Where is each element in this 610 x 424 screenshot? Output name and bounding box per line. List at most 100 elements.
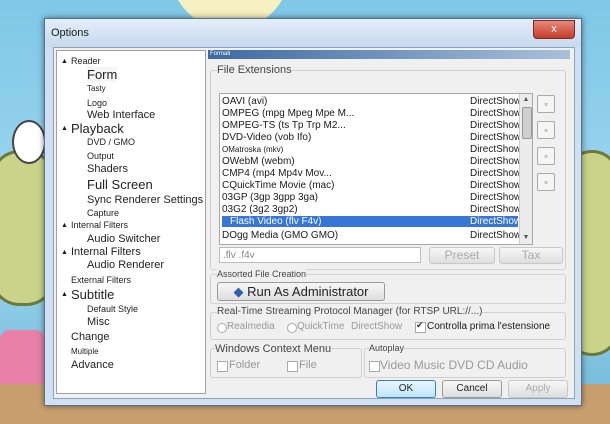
list-item[interactable]: 03G2 (3g2 3gp2) DirectShow <box>222 204 522 215</box>
list-item-name: OAVI (avi) <box>222 96 268 107</box>
list-item[interactable]: DVD-Video (vob Ifo) DirectShow <box>222 132 522 143</box>
list-item-value: DirectShow <box>470 216 522 227</box>
tree-item-change[interactable]: Change <box>71 331 110 343</box>
scroll-thumb[interactable] <box>522 107 532 139</box>
tree-item-misc[interactable]: Misc <box>87 316 110 328</box>
rtsp-label: Real-Time Streaming Protocol Manager (fo… <box>217 306 483 317</box>
tree-item-audio-switcher[interactable]: Audio Switcher <box>87 233 160 245</box>
list-item[interactable]: CMP4 (mp4 Mp4v Mov... DirectShow <box>222 168 521 179</box>
folder-label: Folder <box>229 359 261 371</box>
options-tree[interactable]: ▲ Reader Form Tasty Logo Web Interface ▲… <box>56 50 206 394</box>
list-item-value: DirectShow <box>470 204 522 215</box>
tree-item-external-filters[interactable]: External Filters <box>71 275 131 285</box>
list-item-name: OMPEG (mpg Mpeg Mpe M... <box>222 108 355 119</box>
list-item-value: DirectShow <box>470 132 522 143</box>
tax-button[interactable]: Tax <box>499 247 563 264</box>
tree-item-shaders[interactable]: Shaders <box>87 163 128 175</box>
list-item-value: DirectShow <box>470 192 522 203</box>
file-extensions-group: File Extensions OAVI (avi) DirectShow OMP… <box>210 64 566 270</box>
tree-item-internal-filters-2[interactable]: Internal Filters <box>71 246 141 258</box>
list-item[interactable]: OMatroska (mkv) DirectShow <box>222 144 522 155</box>
list-item-value: DirectShow <box>470 156 522 167</box>
list-item-name: 03G2 (3g2 3gp2) <box>222 204 298 215</box>
extensions-list[interactable]: OAVI (avi) DirectShow OMPEG (mpg Mpeg Mpe… <box>219 93 533 245</box>
autoplay-label: Autoplay <box>369 343 405 353</box>
folder-checkbox[interactable] <box>217 361 228 372</box>
file-checkbox[interactable] <box>287 361 298 372</box>
settings-pane: Formati File Extensions OAVI (avi) Direct… <box>208 50 570 398</box>
tree-item-output[interactable]: Output <box>87 151 114 161</box>
list-item-name: 03GP (3gp 3gpp 3ga) <box>222 192 319 203</box>
list-item-name: DOgg Media (GMO GMO) <box>222 230 339 241</box>
list-item-value: DirectShow <box>470 180 522 191</box>
list-item-name: CMP4 (mp4 Mp4v Mov... <box>222 168 332 179</box>
tree-item-reader[interactable]: Reader <box>71 56 101 66</box>
dialog-titlebar[interactable]: Options x <box>45 19 581 47</box>
tree-item-sync-renderer[interactable]: Sync Renderer Settings <box>87 194 203 206</box>
tree-item-subtitle[interactable]: Subtitle <box>71 287 114 302</box>
list-item[interactable]: 03GP (3gp 3gpp 3ga) DirectShow <box>222 192 522 203</box>
list-action-icon[interactable]: ▫ <box>537 147 555 165</box>
context-menu-label: Windows Context Menu <box>215 343 332 355</box>
realmedia-radio[interactable] <box>217 323 227 333</box>
tree-item-advance[interactable]: Advance <box>71 359 114 371</box>
list-item[interactable]: DOgg Media (GMO GMO) DirectShow <box>222 230 522 241</box>
context-menu-group: Windows Context Menu Folder File <box>210 343 362 378</box>
list-item[interactable]: CQuickTime Movie (mac) DirectShow <box>222 180 522 191</box>
tree-item-multiple[interactable]: Multiple <box>71 347 99 356</box>
rtsp-group: Real-Time Streaming Protocol Manager (fo… <box>210 306 566 340</box>
tree-item-playback[interactable]: Playback <box>71 121 124 136</box>
dialog-title: Options <box>51 27 89 39</box>
ok-button[interactable]: OK <box>376 380 436 398</box>
collapse-icon[interactable]: ▲ <box>61 125 68 132</box>
close-icon: x <box>551 23 557 35</box>
directshow-label: DirectShow <box>351 321 403 332</box>
tree-item-audio-renderer[interactable]: Audio Renderer <box>87 259 164 271</box>
apply-button[interactable]: Apply <box>508 380 568 398</box>
list-item[interactable]: OMPEG (mpg Mpeg Mpe M... DirectShow <box>222 108 522 119</box>
list-item-selected[interactable]: Flash Video (flv F4v) DirectShow <box>222 216 522 227</box>
tree-item-logo[interactable]: Logo <box>87 98 107 108</box>
collapse-icon[interactable]: ▲ <box>61 291 68 298</box>
run-as-admin-button[interactable]: ◆ Run As Administrator <box>217 282 385 301</box>
file-creation-group: Assorted File Creation ◆ Run As Administ… <box>210 269 566 304</box>
collapse-icon[interactable]: ▲ <box>61 249 68 256</box>
list-scrollbar[interactable]: ▲ ▼ <box>519 94 532 244</box>
cancel-button[interactable]: Cancel <box>442 380 502 398</box>
scroll-down-icon[interactable]: ▼ <box>520 232 532 244</box>
tree-item-web-interface[interactable]: Web Interface <box>87 109 155 121</box>
close-button[interactable]: x <box>533 20 575 39</box>
preset-button[interactable]: Preset <box>429 247 495 264</box>
tree-item-default-style[interactable]: Default Style <box>87 304 138 314</box>
tree-item-internal-filters[interactable]: Internal Filters <box>71 220 128 230</box>
list-action-icon[interactable]: ▫ <box>537 173 555 191</box>
quicktime-radio[interactable] <box>287 323 297 333</box>
autoplay-checkbox[interactable] <box>369 361 380 372</box>
file-extensions-label: File Extensions <box>217 64 292 76</box>
tree-item-tasty[interactable]: Tasty <box>87 84 106 93</box>
list-item[interactable]: OAVI (avi) DirectShow <box>222 96 521 107</box>
list-item-name: DVD-Video (vob Ifo) <box>222 132 312 143</box>
collapse-icon[interactable]: ▲ <box>61 58 68 65</box>
tree-item-form[interactable]: Form <box>87 67 118 82</box>
options-dialog: Options x ▲ Reader Form Tasty Logo Web I… <box>44 18 582 406</box>
extension-input[interactable]: .flv .f4v <box>219 247 421 263</box>
list-item-value: DirectShow <box>470 144 522 155</box>
list-action-icon[interactable]: ▫ <box>537 121 555 139</box>
list-item-value: DirectShow <box>470 230 522 241</box>
list-item[interactable]: OMPEG-TS (ts Tp Trp M2... DirectShow <box>222 120 521 131</box>
list-item[interactable]: OWebM (webm) DirectShow <box>222 156 522 167</box>
check-extension-checkbox[interactable] <box>415 320 426 333</box>
list-item-name: OWebM (webm) <box>222 156 295 167</box>
tree-item-dvd-gmo[interactable]: DVD / GMO <box>87 137 135 147</box>
collapse-icon[interactable]: ▲ <box>61 222 68 229</box>
tree-item-capture[interactable]: Capture <box>87 208 119 218</box>
tree-item-full-screen[interactable]: Full Screen <box>87 177 153 192</box>
list-item-name: OMatroska (mkv) <box>222 145 284 154</box>
realmedia-label: Realmedia <box>227 321 275 332</box>
autoplay-group: Autoplay Video Music DVD CD Audio <box>364 343 566 378</box>
list-item-name: OMPEG-TS (ts Tp Trp M2... <box>222 120 346 131</box>
list-item-value: DirectShow <box>470 108 522 119</box>
list-action-icon[interactable]: ▫ <box>537 95 555 113</box>
scroll-up-icon[interactable]: ▲ <box>520 94 532 106</box>
